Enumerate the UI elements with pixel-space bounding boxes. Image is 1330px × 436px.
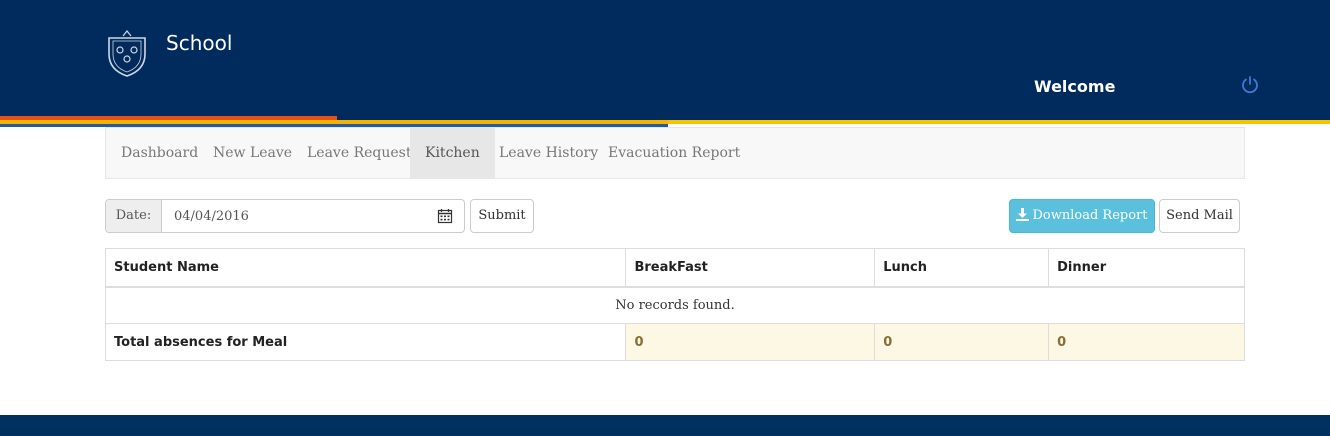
welcome-text: Welcome — [1034, 77, 1116, 96]
send-mail-button[interactable]: Send Mail — [1159, 199, 1240, 233]
download-icon — [1016, 208, 1030, 221]
total-row: Total absences for Meal 0 0 0 — [104, 323, 1245, 361]
total-lunch: 0 — [874, 323, 1050, 361]
header-stripe-yellow-right — [668, 120, 1330, 124]
school-crest-icon — [108, 30, 146, 77]
submit-button[interactable]: Submit — [470, 199, 534, 233]
table-row: No records found. — [105, 286, 1245, 324]
date-filter: Date: — [105, 199, 465, 233]
column-header-breakfast: BreakFast — [625, 248, 876, 288]
total-dinner: 0 — [1048, 323, 1245, 361]
total-label: Total absences for Meal — [104, 323, 627, 361]
nav-item-new-leave[interactable]: New Leave — [198, 128, 307, 178]
app-header: School Welcome — [0, 0, 1330, 116]
kitchen-report-table: Student Name BreakFast Lunch Dinner No r… — [104, 248, 1245, 361]
empty-message: No records found. — [105, 286, 1245, 324]
date-label: Date: — [106, 200, 162, 232]
column-header-lunch: Lunch — [874, 248, 1050, 288]
download-report-label: Download Report — [1032, 208, 1148, 223]
column-header-dinner: Dinner — [1048, 248, 1245, 288]
nav-item-evacuation-report[interactable]: Evacuation Report — [593, 128, 755, 178]
calendar-icon[interactable] — [437, 208, 453, 224]
table-header-row: Student Name BreakFast Lunch Dinner — [104, 248, 1245, 288]
app-footer — [0, 415, 1330, 436]
column-header-student-name: Student Name — [104, 248, 627, 288]
nav-item-kitchen[interactable]: Kitchen — [410, 128, 495, 178]
download-report-button[interactable]: Download Report — [1009, 199, 1155, 233]
total-breakfast: 0 — [625, 323, 876, 361]
brand-title: School — [166, 31, 233, 55]
power-icon[interactable] — [1240, 75, 1260, 95]
main-nav: Dashboard New Leave Leave Requests Kitch… — [105, 127, 1245, 179]
date-input[interactable] — [163, 200, 433, 232]
